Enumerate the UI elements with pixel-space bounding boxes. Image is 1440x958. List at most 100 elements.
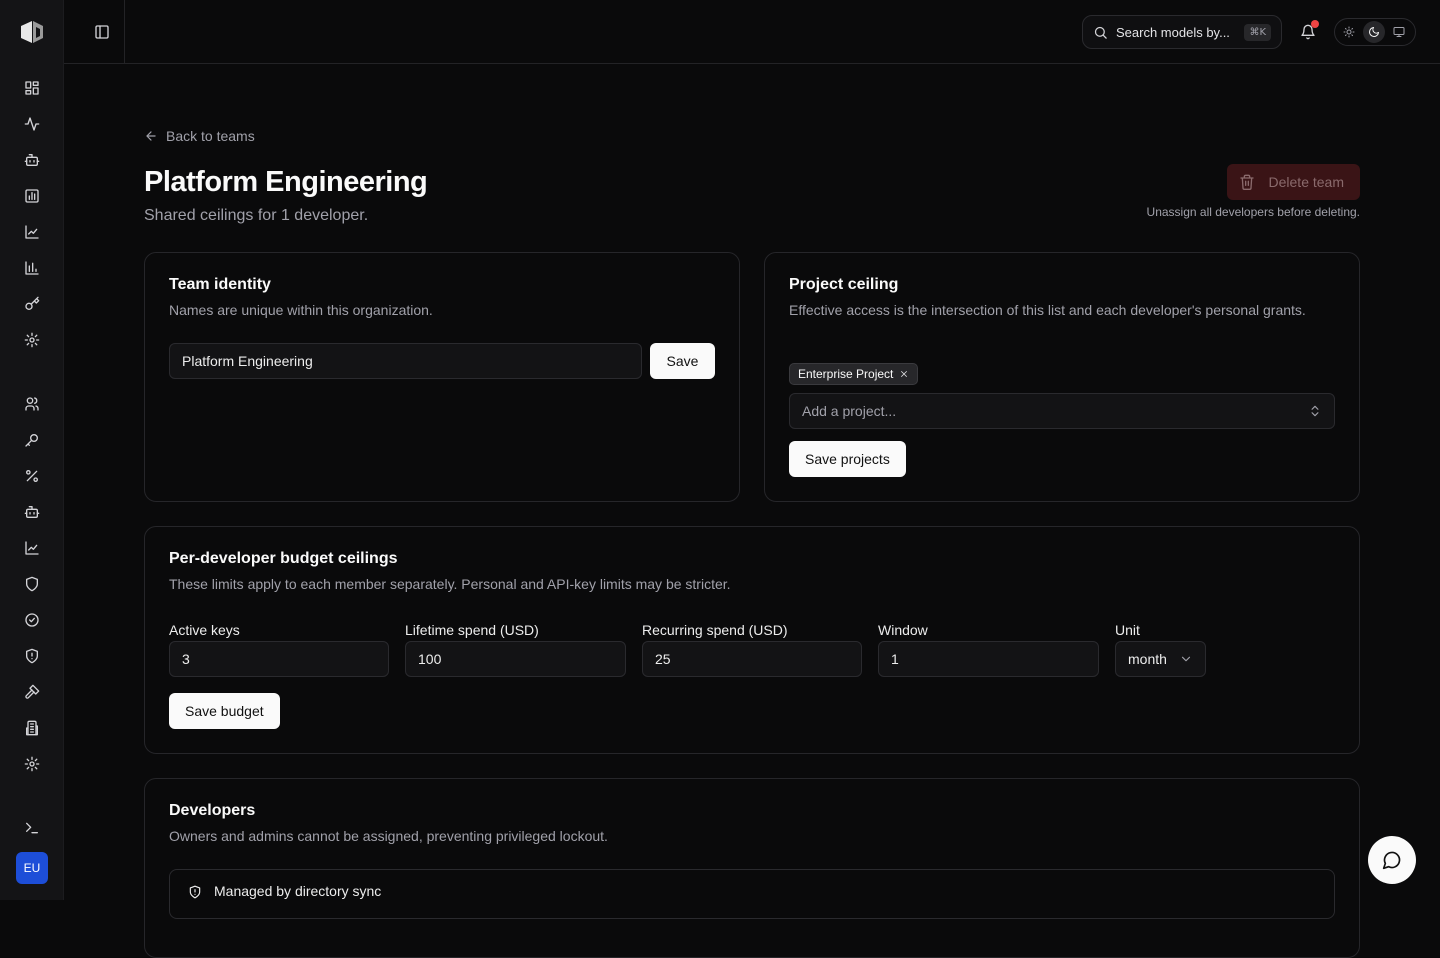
unit-select[interactable]: month: [1115, 641, 1206, 677]
project-ceiling-card: Project ceiling Effective access is the …: [764, 252, 1360, 502]
sidebar-item-settings[interactable]: [16, 324, 48, 356]
sidebar-item-security[interactable]: [16, 568, 48, 600]
budget-card: Per-developer budget ceilings These limi…: [144, 526, 1360, 754]
arrow-left-icon: [146, 131, 156, 141]
line-chart-icon: [25, 225, 39, 239]
theme-system-button[interactable]: [1388, 21, 1410, 43]
sidebar-item-tools[interactable]: [16, 676, 48, 708]
save-team-name-button[interactable]: Save: [650, 343, 715, 379]
sidebar-item-trends[interactable]: [16, 216, 48, 248]
directory-sync-label: Managed by directory sync: [214, 883, 382, 899]
bar-chart-icon: [25, 189, 39, 203]
back-label: Back to teams: [166, 128, 255, 144]
chevron-down-icon: [1181, 656, 1191, 662]
sidebar-item-terminal[interactable]: [16, 812, 48, 844]
topbar-divider: [124, 0, 125, 63]
unit-label: Unit: [1115, 622, 1140, 638]
logo-icon[interactable]: [18, 18, 46, 46]
sidebar-item-admin-settings[interactable]: [16, 748, 48, 780]
budget-description: These limits apply to each member separa…: [169, 576, 731, 592]
sidebar-item-models[interactable]: [16, 144, 48, 176]
avatar[interactable]: EU: [16, 852, 48, 884]
page-subtitle: Shared ceilings for 1 developer.: [144, 207, 369, 224]
active-keys-input[interactable]: [169, 641, 389, 677]
search-shortcut: ⌘K: [1244, 23, 1271, 41]
close-icon[interactable]: [899, 369, 909, 379]
developers-card: Developers Owners and admins cannot be a…: [144, 778, 1360, 958]
team-identity-description: Names are unique within this organizatio…: [169, 302, 433, 318]
search-icon: [1094, 26, 1107, 39]
budget-title: Per-developer budget ceilings: [169, 550, 398, 567]
badge-check-icon: [25, 613, 39, 627]
bot-icon: [24, 154, 40, 166]
team-identity-card: Team identity Names are unique within th…: [144, 252, 740, 502]
activity-icon: [24, 117, 40, 131]
message-circle-icon: [1382, 851, 1401, 870]
save-budget-button[interactable]: Save budget: [169, 693, 280, 729]
sidebar-item-agents[interactable]: [16, 496, 48, 528]
delete-team-label: Delete team: [1268, 174, 1344, 190]
search-placeholder: Search models by...: [1116, 24, 1230, 40]
theme-switcher: [1334, 18, 1416, 46]
key-icon: [25, 296, 40, 310]
theme-dark-button[interactable]: [1363, 21, 1385, 43]
sun-icon: [1343, 26, 1355, 38]
hammer-icon: [25, 684, 40, 699]
delete-hint: Unassign all developers before deleting.: [1146, 205, 1360, 219]
sidebar-item-api-keys[interactable]: [16, 424, 48, 456]
sidebar-item-usage[interactable]: [16, 252, 48, 284]
sidebar-item-team-members[interactable]: [16, 388, 48, 420]
project-tag-label: Enterprise Project: [798, 367, 894, 381]
chat-button[interactable]: [1368, 836, 1416, 884]
window-label: Window: [878, 622, 928, 638]
sidebar-item-keys[interactable]: [16, 288, 48, 320]
key-round-icon: [25, 434, 38, 447]
add-project-select[interactable]: Add a project...: [789, 393, 1335, 429]
project-ceiling-description: Effective access is the intersection of …: [789, 302, 1306, 318]
bot-icon: [24, 506, 40, 518]
panel-left-icon: [95, 25, 109, 39]
lifetime-spend-input[interactable]: [405, 641, 626, 677]
developers-description: Owners and admins cannot be assigned, pr…: [169, 828, 608, 844]
sidebar-item-policies[interactable]: [16, 640, 48, 672]
developers-title: Developers: [169, 802, 256, 819]
back-to-teams-link[interactable]: Back to teams: [144, 128, 255, 144]
window-input[interactable]: [878, 641, 1099, 677]
add-project-placeholder: Add a project...: [802, 403, 897, 419]
sidebar-item-organization[interactable]: [16, 712, 48, 744]
sidebar-item-discounts[interactable]: [16, 460, 48, 492]
shield-alert-icon: [189, 885, 201, 899]
line-chart-icon: [25, 541, 39, 555]
sidebar-item-reports[interactable]: [16, 532, 48, 564]
moon-icon: [1369, 27, 1379, 37]
shield-icon: [26, 576, 38, 592]
chevrons-up-down-icon: [1311, 405, 1319, 417]
team-name-input[interactable]: [169, 343, 642, 379]
terminal-icon: [26, 822, 38, 834]
notification-dot: [1311, 20, 1319, 28]
project-tag: Enterprise Project: [789, 363, 919, 385]
unit-value: month: [1128, 651, 1167, 667]
sidebar-item-analytics[interactable]: [16, 180, 48, 212]
gear-icon: [24, 756, 40, 772]
search-input[interactable]: Search models by... ⌘K: [1082, 15, 1282, 49]
sidebar-item-dashboard[interactable]: [16, 72, 48, 104]
save-projects-button[interactable]: Save projects: [789, 441, 906, 477]
sidebar: EU: [0, 0, 64, 900]
lifetime-spend-label: Lifetime spend (USD): [405, 622, 539, 638]
bar-chart-2-icon: [25, 261, 39, 275]
shield-alert-icon: [26, 648, 38, 664]
theme-light-button[interactable]: [1338, 21, 1360, 43]
recurring-spend-input[interactable]: [642, 641, 862, 677]
sidebar-item-activity[interactable]: [16, 108, 48, 140]
project-ceiling-title: Project ceiling: [789, 276, 899, 293]
monitor-icon: [1393, 27, 1405, 37]
trash-icon: [1239, 174, 1254, 190]
delete-team-button[interactable]: Delete team: [1226, 164, 1360, 200]
active-keys-label: Active keys: [169, 622, 240, 638]
directory-sync-notice: Managed by directory sync: [169, 869, 1335, 919]
topbar: Search models by... ⌘K: [64, 0, 1440, 64]
sidebar-toggle-button[interactable]: [86, 16, 118, 48]
sidebar-item-compliance[interactable]: [16, 604, 48, 636]
notifications-button[interactable]: [1292, 16, 1324, 48]
